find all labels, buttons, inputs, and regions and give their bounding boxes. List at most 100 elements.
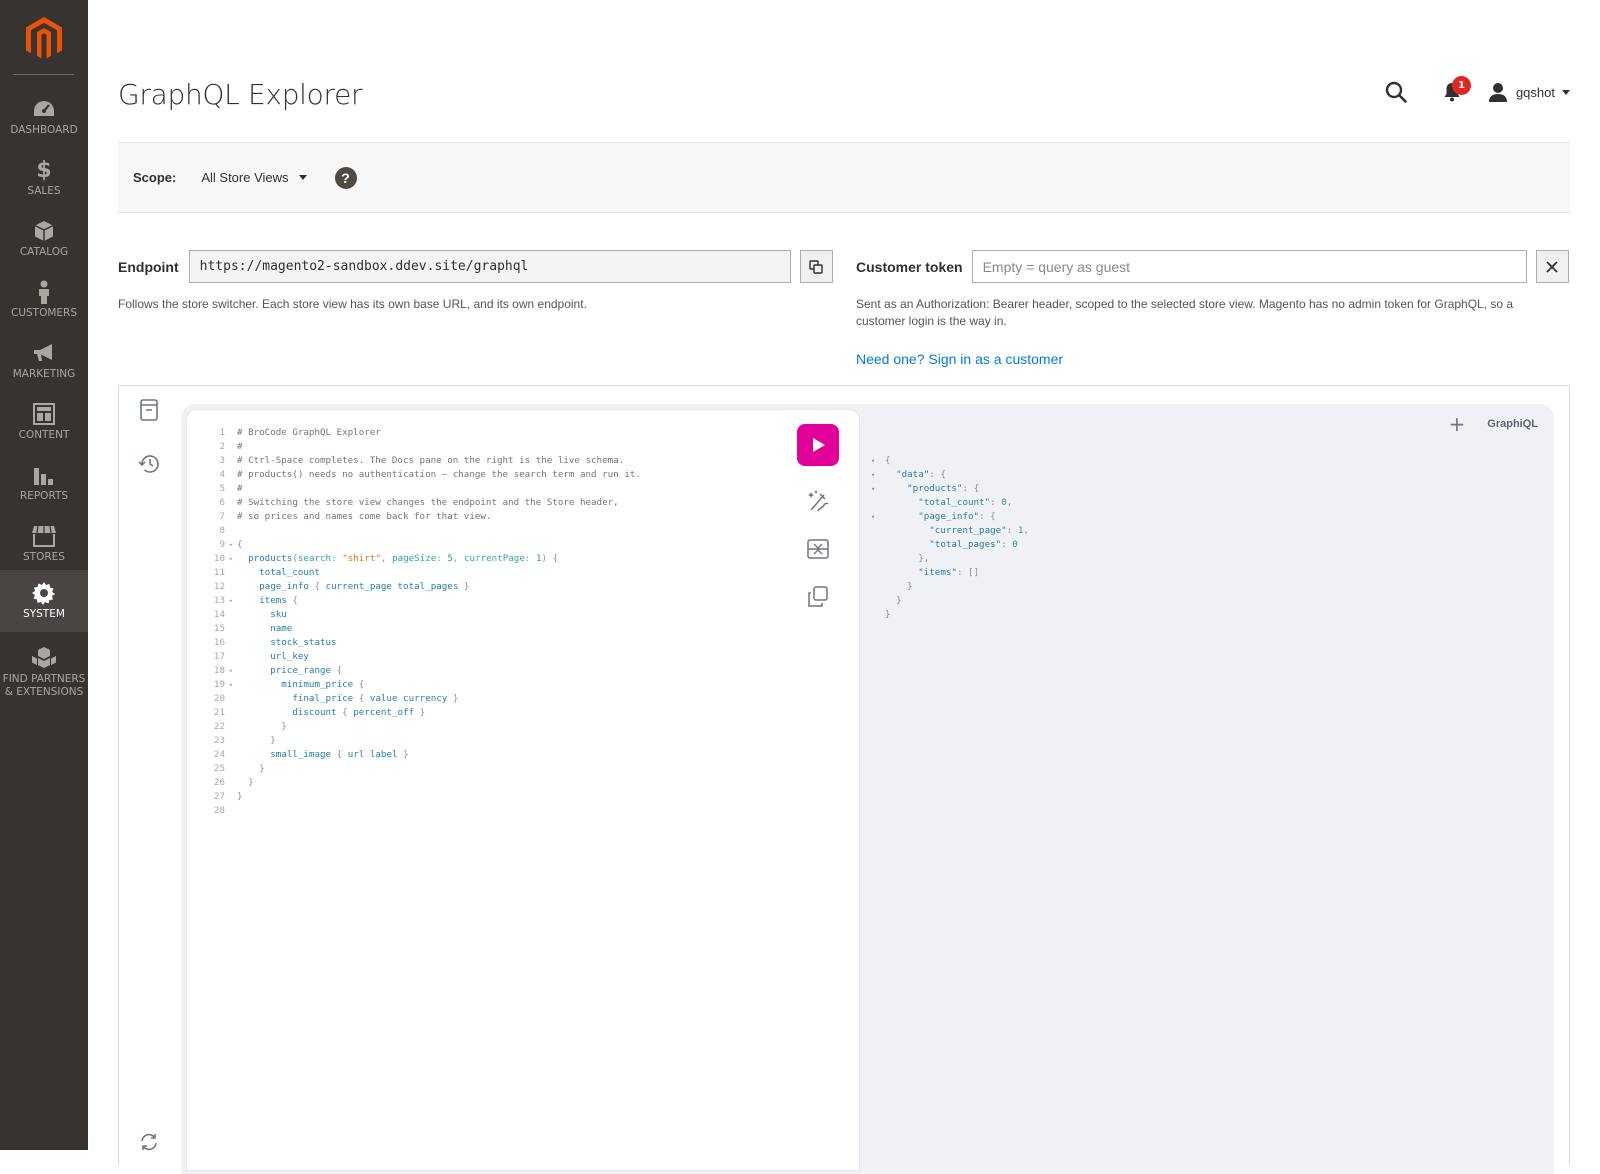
fold-arrow-icon[interactable]: ▾ [871, 510, 885, 524]
line-number: 14 [213, 609, 225, 620]
line-number: 26 [213, 777, 225, 788]
history-icon[interactable] [137, 452, 161, 476]
result-line: }, [871, 552, 1029, 566]
scope-value: All Store Views [201, 170, 289, 185]
sidebar-item-customers[interactable]: CUSTOMERS [0, 269, 88, 331]
fold-arrow-icon[interactable]: ▾ [229, 538, 233, 552]
scope-switcher[interactable]: All Store Views [201, 170, 307, 185]
code-text: # Switching the store view changes the e… [237, 497, 619, 508]
query-code[interactable]: 1 # BroCode GraphQL Explorer 2 #3 # Ctrl-Spa… [201, 426, 641, 818]
code-line: 3 # Ctrl-Space completes. The Docs pane o… [201, 454, 641, 468]
storefront-icon [31, 523, 57, 549]
docs-icon[interactable] [137, 398, 161, 422]
code-text: discount { percent_off } [292, 707, 426, 718]
code-line: 23 } [201, 734, 641, 748]
fold-arrow-icon [871, 594, 885, 608]
code-text: # BroCode GraphQL Explorer [237, 427, 381, 438]
result-text: "total_pages": 0 [929, 539, 1018, 550]
sidebar-item-stores[interactable]: STORES [0, 513, 88, 575]
result-line: ▾{ [871, 454, 1029, 468]
line-number: 13 ▾ [213, 595, 233, 606]
user-menu[interactable]: gqshot [1488, 82, 1570, 102]
merge-fragments-icon[interactable] [797, 536, 839, 562]
token-label: Customer token [856, 258, 963, 275]
code-text: { [237, 539, 243, 550]
result-line: ▾ "data": { [871, 468, 1029, 482]
endpoint-field[interactable]: https://magento2-sandbox.ddev.site/graph… [188, 250, 791, 283]
code-text: # Ctrl-Space completes. The Docs pane on… [237, 455, 625, 466]
fold-arrow-icon[interactable]: ▾ [871, 454, 885, 468]
sidebar-item-sales[interactable]: $ SALES [0, 147, 88, 209]
sidebar-item-content[interactable]: CONTENT [0, 391, 88, 453]
sidebar-item-system[interactable]: SYSTEM [0, 570, 88, 632]
clear-token-button[interactable] [1535, 250, 1569, 283]
sidebar-item-find-partners[interactable]: FIND PARTNERS & EXTENSIONS [0, 635, 88, 705]
graphiql-workspace: + GraphiQL 1 # BroCode GraphQL Explorer 2 #… [181, 404, 1554, 1174]
fold-arrow-icon[interactable]: ▾ [229, 552, 233, 566]
result-line: } [871, 580, 1029, 594]
line-number: 1 [219, 427, 225, 438]
result-viewer[interactable]: ▾{▾ "data": {▾ "products": { "total_coun… [871, 454, 1029, 622]
code-line: 26 } [201, 776, 641, 790]
fold-arrow-icon[interactable]: ▾ [871, 482, 885, 496]
code-line: 1 # BroCode GraphQL Explorer [201, 426, 641, 440]
result-text: "page_info": { [918, 511, 996, 522]
line-number: 15 [213, 623, 225, 634]
fold-arrow-icon [871, 538, 885, 552]
sidebar-item-reports[interactable]: REPORTS [0, 452, 88, 514]
code-line: 6 # Switching the store view changes the … [201, 496, 641, 510]
graphiql-sidebar [119, 386, 179, 1165]
search-icon[interactable] [1382, 78, 1410, 106]
tab-bar-actions: + GraphiQL [1449, 414, 1539, 434]
code-line: 19 ▾ minimum_price { [201, 678, 641, 692]
notifications-button[interactable]: 1 [1438, 76, 1471, 106]
code-text: } [259, 763, 265, 774]
fold-arrow-icon[interactable]: ▾ [229, 664, 233, 678]
editor-toolbar [797, 424, 839, 610]
copy-query-icon[interactable] [797, 584, 839, 610]
result-text: } [896, 595, 902, 606]
line-number: 8 [219, 525, 225, 536]
fold-arrow-icon[interactable]: ▾ [871, 468, 885, 482]
line-number: 24 [213, 749, 225, 760]
line-number: 28 [213, 805, 225, 816]
code-line: 27} [201, 790, 641, 804]
run-query-button[interactable] [797, 424, 839, 466]
code-line: 15 name [201, 622, 641, 636]
sidebar-item-marketing[interactable]: MARKETING [0, 330, 88, 392]
notification-badge: 1 [1451, 76, 1471, 95]
line-number: 19 ▾ [213, 679, 233, 690]
fold-arrow-icon [871, 496, 885, 510]
query-editor[interactable]: 1 # BroCode GraphQL Explorer 2 #3 # Ctrl-Spa… [187, 410, 859, 1170]
code-text: } [237, 791, 243, 802]
line-number: 21 [213, 707, 225, 718]
fold-arrow-icon[interactable]: ▾ [229, 678, 233, 692]
code-line: 5 # [201, 482, 641, 496]
add-tab-button[interactable]: + [1449, 414, 1466, 434]
result-line: "current_page": 1, [871, 524, 1029, 538]
code-line: 20 final_price { value currency } [201, 692, 641, 706]
code-text: sku [270, 609, 287, 620]
magento-logo[interactable] [0, 12, 88, 66]
user-name: gqshot [1515, 84, 1555, 100]
help-icon[interactable]: ? [334, 166, 357, 189]
line-number: 17 [213, 651, 225, 662]
person-icon [37, 279, 51, 305]
code-text: # [237, 483, 243, 494]
sidebar-item-dashboard[interactable]: DASHBOARD [0, 86, 88, 148]
line-number: 11 [213, 567, 225, 578]
code-text: } [270, 735, 276, 746]
endpoint-note: Follows the store switcher. Each store v… [118, 297, 587, 311]
customer-sign-in-link[interactable]: Need one? Sign in as a customer [856, 351, 1063, 367]
prettify-icon[interactable] [797, 488, 839, 514]
code-text: total_count [259, 567, 320, 578]
result-text: } [885, 609, 891, 620]
copy-endpoint-button[interactable] [799, 250, 833, 283]
code-text: small_image { url label } [270, 749, 409, 760]
customer-token-input[interactable]: Empty = query as guest [971, 250, 1527, 283]
sidebar-item-catalog[interactable]: CATALOG [0, 208, 88, 270]
fold-arrow-icon[interactable]: ▾ [229, 594, 233, 608]
code-text: # so prices and names come back for that… [237, 511, 492, 522]
refetch-schema-icon[interactable] [137, 1130, 161, 1154]
code-text: stock_status [270, 637, 337, 648]
